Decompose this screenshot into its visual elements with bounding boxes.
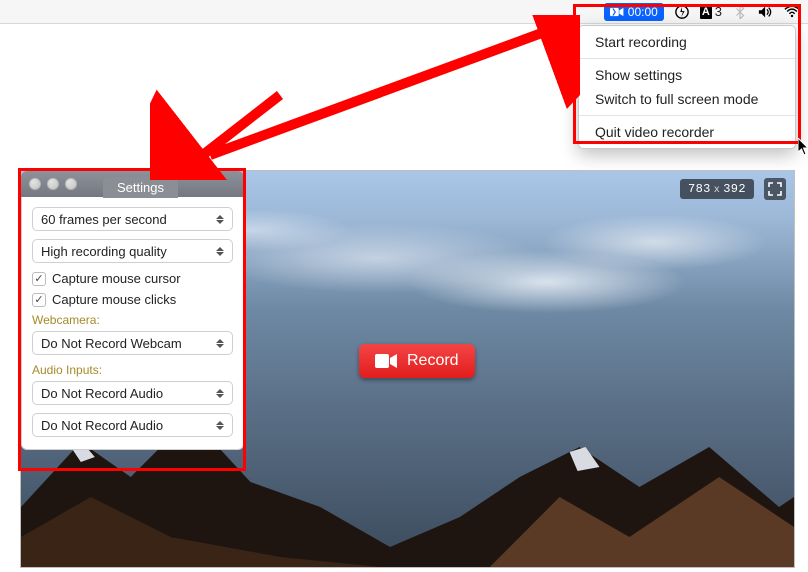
adobe-menu-item[interactable]: A 3 [700, 4, 722, 19]
capture-clicks-label: Capture mouse clicks [52, 292, 176, 307]
annotation-arrow-right [150, 15, 580, 180]
quality-select[interactable]: High recording quality [32, 239, 233, 263]
audio2-value: Do Not Record Audio [41, 418, 163, 433]
settings-body: 60 frames per second High recording qual… [21, 197, 244, 450]
dims-height: 392 [723, 182, 746, 196]
audio-select-2[interactable]: Do Not Record Audio [32, 413, 233, 437]
capture-cursor-label: Capture mouse cursor [52, 271, 181, 286]
settings-panel: Settings 60 frames per second High recor… [21, 171, 244, 450]
traffic-zoom[interactable] [65, 178, 77, 190]
webcam-section-label: Webcamera: [32, 313, 233, 327]
capture-cursor-row[interactable]: ✓ Capture mouse cursor [32, 271, 233, 286]
menu-quit[interactable]: Quit video recorder [579, 120, 795, 144]
camera-icon [610, 7, 624, 17]
adobe-icon: A [700, 5, 712, 19]
flash-off-icon[interactable] [674, 5, 690, 19]
traffic-close[interactable] [29, 178, 41, 190]
settings-titlebar[interactable]: Settings [21, 171, 244, 197]
checkbox-checked-icon: ✓ [32, 293, 46, 307]
menu-separator [579, 115, 795, 116]
annotation-arrow-left [150, 15, 580, 180]
stepper-icon [216, 243, 228, 259]
bluetooth-icon[interactable] [732, 5, 748, 19]
wifi-icon[interactable] [784, 5, 800, 19]
recorder-menubar-item[interactable]: 00:00 [604, 3, 664, 21]
menu-item-label: Switch to full screen mode [595, 91, 758, 107]
volume-icon[interactable] [758, 5, 774, 19]
camera-icon [375, 354, 397, 368]
menu-item-label: Start recording [595, 34, 687, 50]
recorder-timer: 00:00 [628, 5, 658, 19]
capture-clicks-row[interactable]: ✓ Capture mouse clicks [32, 292, 233, 307]
menu-fullscreen[interactable]: Switch to full screen mode [579, 87, 795, 111]
menu-separator [579, 58, 795, 59]
stepper-icon [216, 211, 228, 227]
menu-item-label: Show settings [595, 67, 682, 83]
stepper-icon [216, 335, 228, 351]
menu-start-recording[interactable]: Start recording [579, 30, 795, 54]
menu-item-label: Quit video recorder [595, 124, 714, 140]
traffic-minimize[interactable] [47, 178, 59, 190]
settings-tab-label: Settings [117, 180, 164, 195]
audio-select-1[interactable]: Do Not Record Audio [32, 381, 233, 405]
webcam-select[interactable]: Do Not Record Webcam [32, 331, 233, 355]
dims-width: 783 [688, 182, 711, 196]
webcam-value: Do Not Record Webcam [41, 336, 182, 351]
dimensions-badge: 783x392 [680, 179, 754, 199]
stepper-icon [216, 385, 228, 401]
recorder-dropdown: Start recording Show settings Switch to … [578, 25, 796, 149]
cursor-icon [798, 138, 808, 156]
checkbox-checked-icon: ✓ [32, 272, 46, 286]
record-button-label: Record [407, 352, 459, 370]
fullscreen-icon [768, 182, 782, 196]
fps-value: 60 frames per second [41, 212, 167, 227]
audio1-value: Do Not Record Audio [41, 386, 163, 401]
quality-value: High recording quality [41, 244, 167, 259]
audio-section-label: Audio Inputs: [32, 363, 233, 377]
record-button[interactable]: Record [359, 344, 475, 378]
settings-tab[interactable]: Settings [103, 177, 178, 198]
stepper-icon [216, 417, 228, 433]
mac-menubar: 00:00 A 3 [0, 0, 808, 24]
adobe-count: 3 [715, 4, 722, 19]
dims-x: x [711, 185, 723, 196]
fullscreen-button[interactable] [764, 178, 786, 200]
menu-show-settings[interactable]: Show settings [579, 63, 795, 87]
fps-select[interactable]: 60 frames per second [32, 207, 233, 231]
